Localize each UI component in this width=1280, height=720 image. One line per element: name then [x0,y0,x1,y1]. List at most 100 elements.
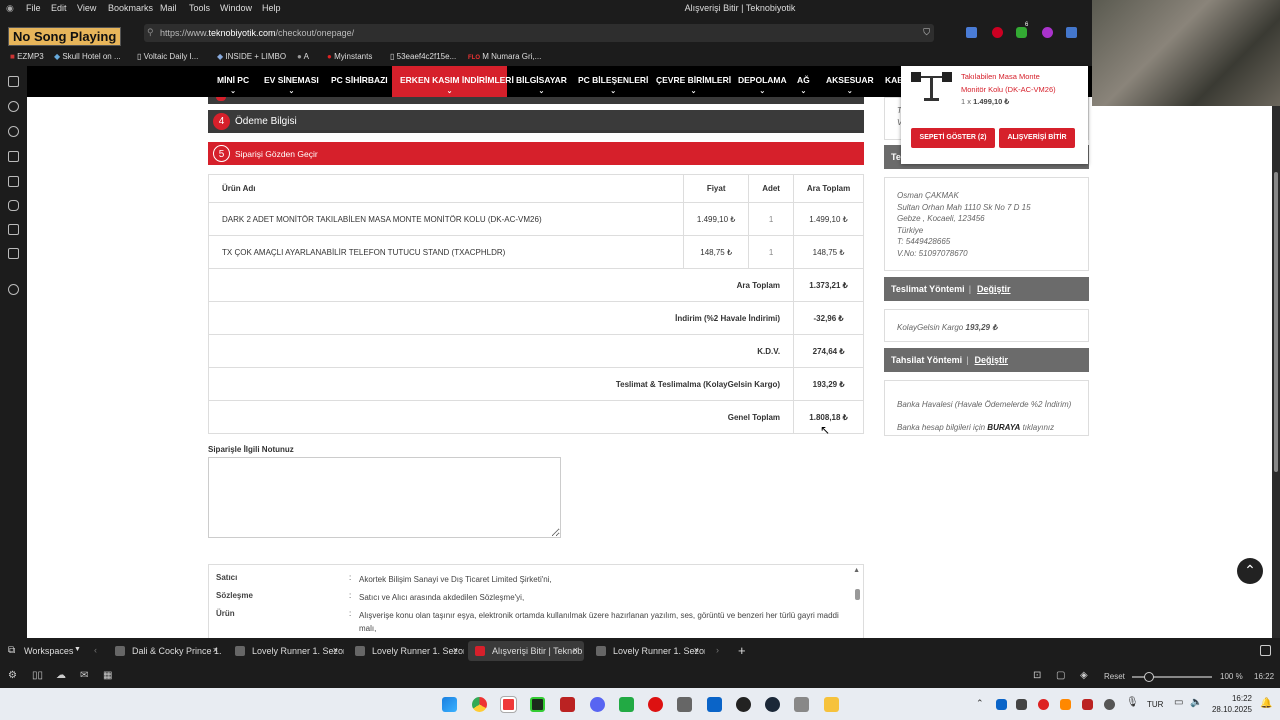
page-scrollbar[interactable] [1272,97,1280,638]
monitor-arm-product-image[interactable] [909,68,954,102]
vivaldi-icon[interactable] [501,697,516,712]
menu-help[interactable]: Help [262,3,281,13]
address-bar[interactable]: https://www.teknobiyotik.com/checkout/on… [144,24,934,42]
start-button-icon[interactable] [442,697,457,712]
change-payment-link[interactable]: Değiştir [975,355,1009,365]
media-icon[interactable] [648,697,663,712]
app-icon[interactable] [619,697,634,712]
bookmark-page-icon[interactable]: ⛉ [923,27,930,38]
nav-depolama[interactable]: DEPOLAMA ⌄ [730,66,795,97]
bookmark-voltaic[interactable]: ▯ Voltaic Daily I... [137,52,198,61]
vivaldi-logo-icon[interactable]: ◉ [6,3,14,14]
app-icon[interactable] [794,697,809,712]
close-icon[interactable]: × [333,645,338,655]
steam-icon[interactable] [765,697,780,712]
calendar-panel-icon[interactable] [8,248,19,259]
tabs-scroll-right-icon[interactable]: › [716,645,719,655]
page-actions-icon[interactable]: ◈ [1080,670,1088,681]
tray-icon[interactable] [1082,699,1093,710]
nav-pc-sihirbazi[interactable]: PC SİHİRBAZI [323,66,396,97]
menu-edit[interactable]: Edit [51,3,67,13]
file-explorer-icon[interactable] [824,697,839,712]
menu-tools[interactable]: Tools [189,3,210,13]
zoom-slider-handle[interactable] [1144,672,1154,682]
workspaces-button[interactable]: Workspaces [24,646,73,656]
bookmark-hash[interactable]: ▯ 53eaef4c2f15e... [390,52,456,61]
menu-file[interactable]: File [26,3,41,13]
downloads-panel-icon[interactable] [8,101,19,112]
nav-mini-pc[interactable]: MİNİ PC ⌄ [209,66,257,97]
scrollbar-thumb[interactable] [1274,172,1278,472]
app-icon[interactable] [736,697,751,712]
capture-icon[interactable]: ⊡ [1033,670,1041,681]
tray-icon[interactable] [996,699,1007,710]
close-icon[interactable]: × [213,645,218,655]
translate-panel-icon[interactable] [8,176,19,187]
bookmark-myinstants[interactable]: ● Myinstants [327,52,372,61]
new-tab-button[interactable]: + [738,643,746,658]
nav-ag[interactable]: AĞ ⌄ [789,66,818,97]
bookmark-a[interactable]: ● A [297,52,309,61]
discord-icon[interactable] [590,697,605,712]
bookmark-inside-limbo[interactable]: ◆ INSIDE + LIMBO [217,52,286,61]
system-clock[interactable]: 16:22 28.10.2025 [1208,693,1252,715]
history-panel-icon[interactable] [8,126,19,137]
change-shipping-link[interactable]: Değiştir [977,284,1011,294]
tab[interactable]: Dali & Cocky Prince 1. × [108,641,224,661]
filezilla-icon[interactable] [560,697,575,712]
close-icon[interactable]: × [694,645,699,655]
translate-extension-icon[interactable] [966,27,977,38]
checkout-button[interactable]: ALIŞVERİŞİ BİTİR [999,128,1075,148]
site-info-icon[interactable]: ⚲ [147,27,154,38]
terminal-icon[interactable] [530,697,545,712]
cloud-icon[interactable]: ☁ [56,670,66,681]
tab[interactable]: Lovely Runner 1. Sezon × [228,641,344,661]
notes-panel-icon[interactable] [8,151,19,162]
menu-bookmarks[interactable]: Bookmarks [108,3,153,13]
calendar-icon[interactable]: ▦ [103,670,112,681]
panel-toggle-icon[interactable]: ▯▯ [32,670,43,681]
zoom-reset-button[interactable]: Reset [1104,672,1125,681]
volume-icon[interactable]: 🔈 [1190,697,1202,708]
tray-icon[interactable] [1060,699,1071,710]
bookmarks-panel-icon[interactable] [8,76,19,87]
tab[interactable]: Lovely Runner 1. Sezon × [348,641,464,661]
chevron-down-icon[interactable]: ▼ [74,646,81,653]
extension-blue-icon[interactable] [1066,27,1077,38]
close-icon[interactable]: × [573,645,578,655]
app-icon[interactable] [677,697,692,712]
zoom-slider[interactable] [1132,672,1212,682]
tab-panel-icon[interactable] [1260,645,1271,656]
menu-mail[interactable]: Mail [160,3,177,13]
back-to-top-button[interactable]: ⌃ [1237,558,1263,584]
sync-icon[interactable]: ⚙ [8,670,17,681]
notification-icon[interactable]: 🔔 [1260,698,1272,709]
scroll-up-arrow-icon[interactable]: ▲ [853,567,860,574]
mail-icon[interactable]: ✉ [80,670,88,681]
outlook-icon[interactable] [707,697,722,712]
reading-list-icon[interactable] [8,200,19,211]
tray-icon[interactable] [1104,699,1115,710]
contract-scrollbar-thumb[interactable] [855,589,860,600]
tab[interactable]: Lovely Runner 1. Sezon × [589,641,705,661]
network-icon[interactable]: ▭ [1174,697,1183,708]
menu-window[interactable]: Window [220,3,252,13]
nav-cevre-birimleri[interactable]: ÇEVRE BİRİMLERİ ⌄ [648,66,739,97]
show-cart-button[interactable]: SEPETİ GÖSTER (2) [911,128,995,148]
chrome-icon[interactable] [472,697,487,712]
microphone-icon[interactable]: 🎙 [1126,697,1139,708]
order-note-textarea[interactable] [208,457,561,538]
nav-aksesuar[interactable]: AKSESUAR ⌄ [818,66,882,97]
nav-ev-sinemasi[interactable]: EV SİNEMASI ⌄ [256,66,327,97]
bookmark-numara[interactable]: FLO M Numara Gri,... [468,52,541,61]
mail-panel-icon[interactable] [8,224,19,235]
cart-item-name[interactable]: Takılabilen Masa Monte Monitör Kolu (DK-A… [961,70,1056,96]
sales-contract-box[interactable]: Satıcı : Akortek Bilişim Sanayi ve Dış T… [208,564,864,638]
language-indicator[interactable]: TUR [1147,700,1163,709]
extension-red-icon[interactable] [992,27,1003,38]
tray-icon[interactable] [1038,699,1049,710]
tray-icon[interactable] [1016,699,1027,710]
tabs-scroll-left-icon[interactable]: ‹ [94,645,97,655]
tray-chevron-up-icon[interactable]: ⌃ [976,698,984,709]
bookmark-skull-hotel[interactable]: ◆ Skull Hotel on ... [54,52,121,61]
